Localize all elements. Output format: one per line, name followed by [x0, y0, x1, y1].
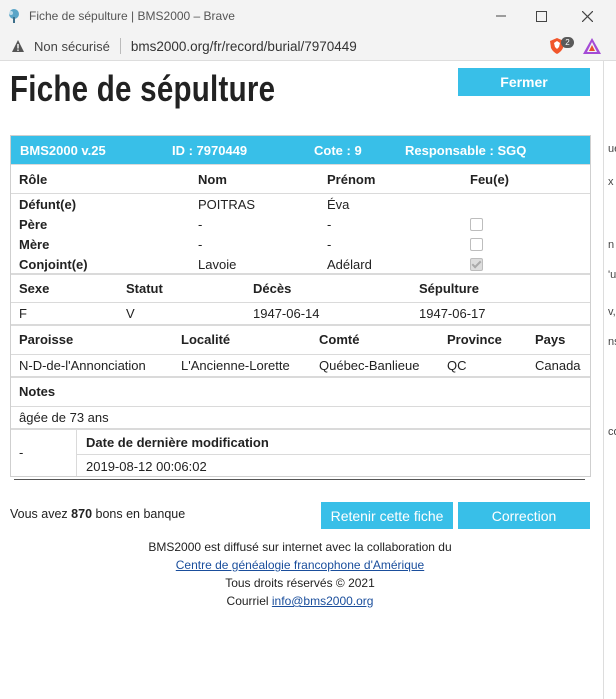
sexe-value: F — [19, 306, 27, 321]
col-header-feu: Feu(e) — [470, 172, 509, 187]
col-header-province: Province — [447, 332, 502, 347]
background-fragment: n — [608, 239, 615, 251]
role-conjoint: Conjoint(e) — [19, 257, 88, 272]
nom-mere: - — [198, 237, 203, 252]
nom-conjoint: Lavoie — [198, 257, 237, 272]
modification-divider — [77, 454, 590, 455]
col-header-deces: Décès — [253, 281, 292, 296]
notes-header-row: Notes — [11, 378, 590, 407]
background-fragment: ns — [608, 336, 616, 348]
event-values-row: F V 1947-06-14 1947-06-17 — [11, 303, 590, 326]
notes-text: âgée de 73 ans — [19, 410, 109, 425]
page-content: Fiche de sépulture Fermer BMS2000 v.25 I… — [0, 61, 603, 699]
correction-button[interactable]: Correction — [458, 502, 590, 529]
maximize-button[interactable] — [518, 0, 564, 32]
paroisse-value: N-D-de-l'Annonciation — [19, 358, 146, 373]
col-header-prenom: Prénom — [327, 172, 376, 187]
comte-value: Québec-Banlieue — [319, 358, 420, 373]
bank-suffix: bons en banque — [95, 507, 186, 521]
address-divider — [119, 38, 121, 54]
deces-value: 1947-06-14 — [253, 306, 320, 321]
footer-mail-line: Courriel info@bms2000.org — [0, 594, 600, 608]
bank-amount: 870 — [71, 507, 93, 521]
prenom-pere: - — [327, 217, 332, 232]
feu-conjoint-checkbox[interactable] — [470, 258, 483, 271]
prenom-conjoint: Adélard — [327, 257, 372, 272]
url-text[interactable]: bms2000.org/fr/record/burial/7970449 — [131, 39, 357, 54]
place-header-row: Paroisse Localité Comté Province Pays — [11, 326, 590, 355]
role-pere: Père — [19, 217, 48, 232]
record-cote: Cote : 9 — [314, 143, 362, 158]
bms2000-tree-icon — [5, 7, 23, 25]
record-responsable: Responsable : SGQ — [405, 143, 527, 158]
background-window-edge: ue x n 'u v, ns co — [603, 61, 616, 699]
notes-label: Notes — [19, 384, 56, 399]
notes-row: âgée de 73 ans — [11, 407, 590, 430]
address-bar[interactable]: Non sécurisé bms2000.org/fr/record/buria… — [0, 32, 616, 61]
modification-label: Date de dernière modification — [86, 435, 269, 450]
mail-link[interactable]: info@bms2000.org — [272, 594, 374, 608]
prenom-defunt: Éva — [327, 197, 350, 212]
background-fragment: x — [608, 176, 614, 188]
role-defunt: Défunt(e) — [19, 197, 77, 212]
burial-record: BMS2000 v.25 ID : 7970449 Cote : 9 Respo… — [10, 135, 591, 477]
brave-rewards-icon[interactable] — [582, 37, 602, 55]
window-title: Fiche de sépulture | BMS2000 – Brave — [29, 9, 235, 23]
place-values-row: N-D-de-l'Annonciation L'Ancienne-Lorette… — [11, 355, 590, 378]
retain-record-button[interactable]: Retenir cette fiche — [321, 502, 453, 529]
background-fragment: co — [608, 426, 616, 438]
persons-body: Défunt(e) POITRAS Éva Père - - Mère - - … — [11, 194, 590, 275]
col-header-sepulture: Sépulture — [419, 281, 479, 296]
col-header-comte: Comté — [319, 332, 360, 347]
role-mere: Mère — [19, 237, 50, 252]
shield-count-badge: 2 — [561, 37, 574, 48]
background-fragment: ue — [608, 143, 616, 155]
col-header-nom: Nom — [198, 172, 227, 187]
background-fragment: v, — [608, 306, 616, 318]
event-header-row: Sexe Statut Décès Sépulture — [11, 275, 590, 303]
col-header-localite: Localité — [181, 332, 231, 347]
col-header-statut: Statut — [126, 281, 163, 296]
modification-left-value: - — [19, 445, 24, 460]
col-header-sexe: Sexe — [19, 281, 50, 296]
feu-pere-checkbox[interactable] — [470, 218, 483, 231]
pays-value: Canada — [535, 358, 581, 373]
mail-prefix: Courriel — [226, 594, 269, 608]
record-header: BMS2000 v.25 ID : 7970449 Cote : 9 Respo… — [11, 136, 590, 164]
record-id: ID : 7970449 — [172, 143, 248, 158]
bank-balance: Vous avez 870 bons en banque — [10, 507, 185, 521]
background-fragment: 'u — [608, 269, 616, 281]
page-title: Fiche de sépulture — [10, 68, 276, 109]
province-value: QC — [447, 358, 467, 373]
warning-icon — [12, 40, 24, 52]
modification-date: 2019-08-12 00:06:02 — [86, 459, 207, 474]
prenom-mere: - — [327, 237, 332, 252]
footer-collab: BMS2000 est diffusé sur internet avec la… — [148, 540, 452, 554]
separator-line — [14, 479, 585, 480]
close-button[interactable]: Fermer — [458, 68, 590, 96]
nom-defunt: POITRAS — [198, 197, 256, 212]
localite-value: L'Ancienne-Lorette — [181, 358, 290, 373]
sepulture-value: 1947-06-17 — [419, 306, 486, 321]
modification-left-cell: - — [11, 430, 77, 476]
cgfa-link[interactable]: Centre de généalogie francophone d'Améri… — [176, 558, 424, 572]
footer-link-line: Centre de généalogie francophone d'Améri… — [0, 558, 600, 572]
nom-pere: - — [198, 217, 203, 232]
col-header-pays: Pays — [535, 332, 566, 347]
col-header-paroisse: Paroisse — [19, 332, 74, 347]
security-label[interactable]: Non sécurisé — [34, 39, 110, 54]
persons-header-row: Rôle Nom Prénom Feu(e) — [11, 164, 590, 194]
feu-mere-checkbox[interactable] — [470, 238, 483, 251]
version-label: BMS2000 v.25 — [20, 143, 106, 158]
footer-rights: Tous droits réservés © 2021 — [225, 576, 375, 590]
statut-value: V — [126, 306, 135, 321]
modification-row: - Date de dernière modification 2019-08-… — [11, 430, 590, 476]
col-header-role: Rôle — [19, 172, 48, 187]
bank-prefix: Vous avez — [10, 507, 68, 521]
close-window-button[interactable] — [564, 0, 610, 32]
